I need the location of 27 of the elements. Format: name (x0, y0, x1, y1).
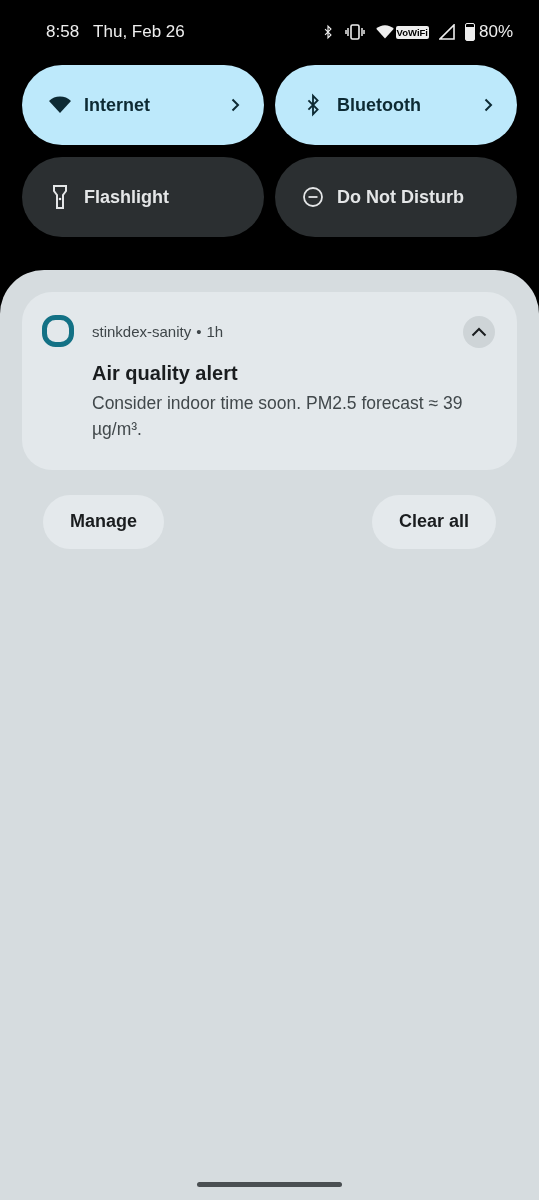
date: Thu, Feb 26 (93, 22, 185, 42)
notification-card[interactable]: stinkdex-sanity • 1h Air quality alert Consider indoor time soon. PM2.5 forecast ≈ 39 µg/m³. (22, 292, 517, 470)
vibrate-icon (344, 24, 365, 40)
chevron-right-icon (484, 98, 493, 112)
app-name: stinkdex-sanity (92, 322, 192, 340)
quick-settings-tile[interactable]: Bluetooth (275, 65, 517, 145)
app-icon (42, 315, 74, 347)
vowifi-label: VoWiFi (395, 25, 429, 39)
chevron-up-icon (471, 327, 487, 337)
collapse-button[interactable] (463, 316, 495, 348)
wifi-icon (374, 24, 395, 40)
signal-icon (438, 24, 455, 40)
clock: 8:58 (46, 22, 80, 42)
battery-percent: 80% (478, 22, 513, 42)
flashlight-icon (52, 184, 68, 210)
separator-dot: • (196, 322, 202, 340)
quick-settings-tile[interactable]: Internet (22, 65, 264, 145)
quick-settings-tile[interactable]: Flashlight (22, 157, 264, 237)
chevron-right-icon (231, 98, 240, 112)
notification-title: Air quality alert (92, 362, 239, 385)
quick-settings-tile[interactable]: Do Not Disturb (275, 157, 517, 237)
manage-button[interactable]: Manage (43, 494, 165, 549)
battery-icon (464, 23, 475, 41)
do-not-disturb-icon (302, 186, 324, 208)
notification-time: 1h (206, 322, 224, 340)
notification-body: Consider indoor time soon. PM2.5 forecast ≈ 39 µg/m³. (92, 392, 464, 442)
clear-all-button[interactable]: Clear all (371, 494, 496, 549)
